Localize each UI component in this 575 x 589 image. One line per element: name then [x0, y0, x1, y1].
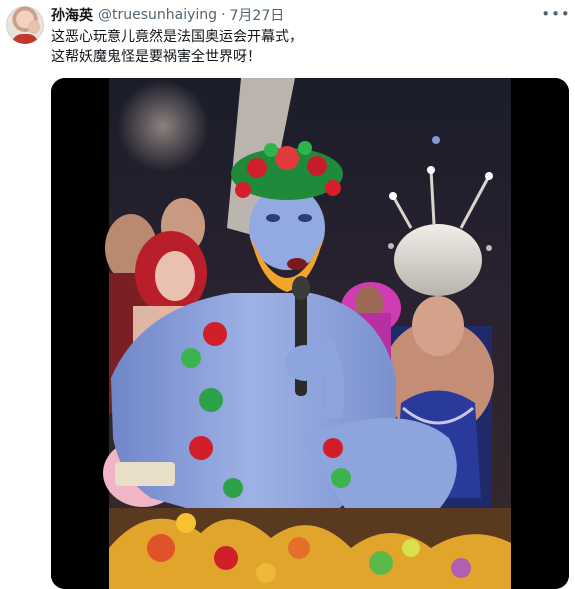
- tweet-header: 孙海英 @truesunhaiying · 7月27日: [51, 6, 284, 24]
- avatar-shirt: [12, 34, 38, 44]
- video-frame: [51, 78, 569, 589]
- timestamp[interactable]: 7月27日: [230, 5, 285, 25]
- avatar[interactable]: [6, 6, 44, 44]
- tweet-text-line-1: 这恶心玩意儿竟然是法国奥运会开幕式，: [51, 29, 303, 45]
- video-player[interactable]: [51, 78, 569, 589]
- display-name[interactable]: 孙海英: [51, 5, 93, 25]
- avatar-secondary-face: [28, 20, 40, 34]
- user-handle[interactable]: @truesunhaiying: [98, 7, 217, 23]
- tweet-text-line-2: 这帮妖魔鬼怪是要祸害全世界呀！: [51, 49, 261, 65]
- crown: [394, 224, 482, 296]
- more-horizontal-icon[interactable]: •••: [541, 3, 570, 25]
- stage-light: [117, 80, 209, 172]
- separator-dot: ·: [221, 7, 226, 23]
- tweet: 孙海英 @truesunhaiying · 7月27日 ••• 这恶心玩意儿竟然…: [0, 0, 575, 589]
- tweet-text: 这恶心玩意儿竟然是法国奥运会开幕式， 这帮妖魔鬼怪是要祸害全世界呀！: [51, 27, 561, 67]
